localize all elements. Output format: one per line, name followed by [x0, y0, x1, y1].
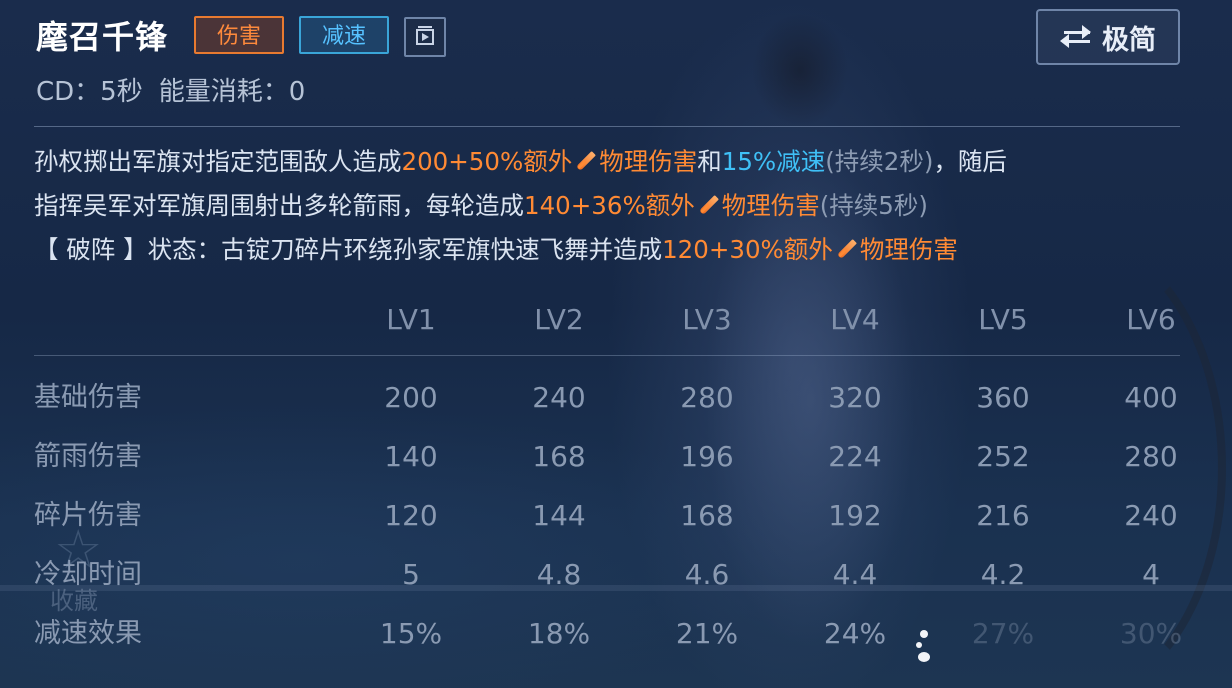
- row-label: 基础伤害: [34, 382, 142, 413]
- table-cell: 240: [1124, 499, 1178, 532]
- table-cell: 5: [402, 558, 420, 591]
- favorite-button[interactable]: ☆ 收藏: [44, 520, 124, 630]
- table-cell: 280: [680, 381, 734, 414]
- table-cell: 240: [532, 381, 586, 414]
- table-cell: 200: [384, 381, 438, 414]
- level-header: LV1: [386, 303, 436, 336]
- level-header: LV3: [682, 303, 732, 336]
- star-icon: ☆: [54, 518, 103, 581]
- table-cell: 168: [532, 440, 586, 473]
- level-stats-table: LV1 LV2 LV3 LV4 LV5 LV6 基础伤害 200 240 280…: [0, 0, 1232, 688]
- table-cell: 18%: [527, 617, 591, 650]
- table-cell: 320: [828, 381, 882, 414]
- table-cell: 144: [532, 499, 586, 532]
- table-cell: 4.2: [980, 558, 1026, 591]
- table-cell: 224: [828, 440, 882, 473]
- table-cell: 360: [976, 381, 1030, 414]
- table-cell: 196: [680, 440, 734, 473]
- table-cell: 15%: [379, 617, 443, 650]
- table-cell: 4.6: [684, 558, 730, 591]
- level-header: LV5: [978, 303, 1028, 336]
- table-cell: 4.4: [832, 558, 878, 591]
- table-cell: 4.8: [536, 558, 582, 591]
- table-cell: 120: [384, 499, 438, 532]
- level-header: LV2: [534, 303, 584, 336]
- table-cell: 30%: [1119, 617, 1183, 650]
- row-label: 箭雨伤害: [34, 441, 142, 472]
- table-cell: 27%: [971, 617, 1035, 650]
- table-cell: 168: [680, 499, 734, 532]
- watermark-logo: [914, 628, 934, 664]
- table-divider: [34, 355, 1180, 356]
- table-cell: 140: [384, 440, 438, 473]
- level-header: LV6: [1126, 303, 1176, 336]
- skill-detail-panel: 麾召千锋 伤害 减速 极简 CD：5秒 能量消耗：0 孙权掷出军旗对指定范围敌人造…: [0, 0, 1232, 688]
- table-cell: 280: [1124, 440, 1178, 473]
- level-header: LV4: [830, 303, 880, 336]
- table-cell: 400: [1124, 381, 1178, 414]
- table-cell: 252: [976, 440, 1030, 473]
- table-cell: 24%: [823, 617, 887, 650]
- table-cell: 216: [976, 499, 1030, 532]
- favorite-label: 收藏: [50, 587, 98, 615]
- table-cell: 4: [1142, 558, 1160, 591]
- table-cell: 21%: [675, 617, 739, 650]
- table-cell: 192: [828, 499, 882, 532]
